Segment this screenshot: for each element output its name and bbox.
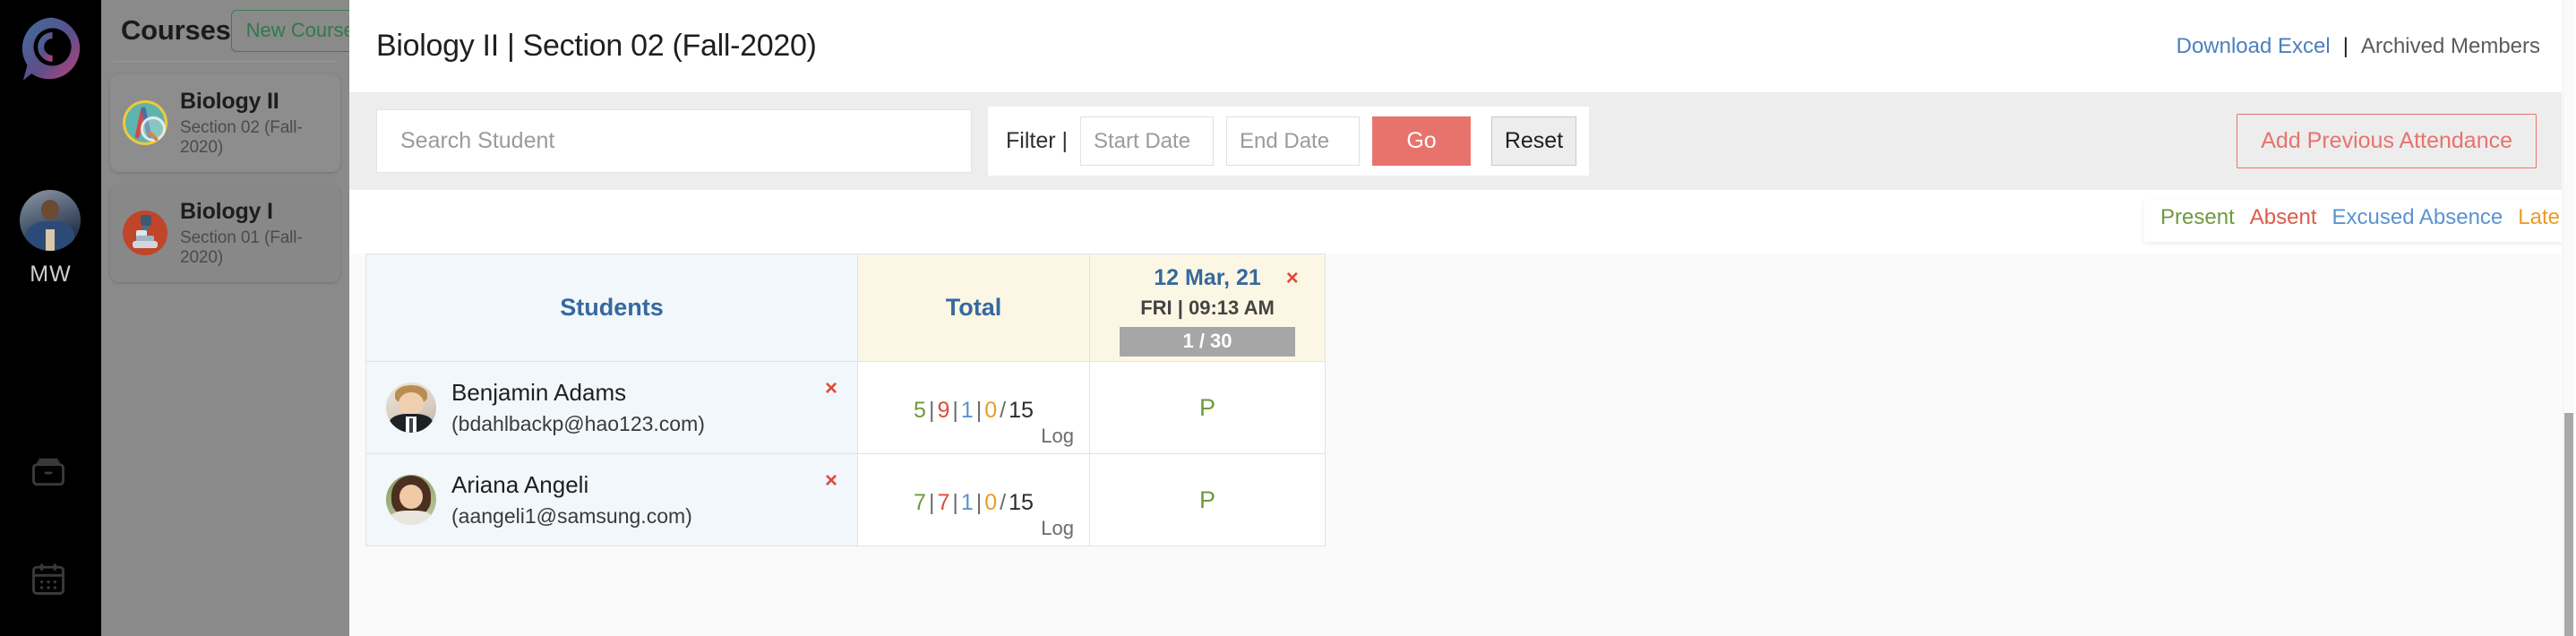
attendance-cell[interactable]: P xyxy=(1089,453,1326,546)
main-header: Biology II | Section 02 (Fall-2020) Down… xyxy=(349,0,2576,92)
start-date-input[interactable] xyxy=(1080,116,1214,166)
course-section: Section 01 (Fall-2020) xyxy=(180,228,303,267)
filter-group: Filter | Go Reset xyxy=(988,107,1589,176)
filter-toolbar: Filter | Go Reset Add Previous Attendanc… xyxy=(349,92,2576,190)
scrollbar-thumb[interactable] xyxy=(2564,413,2573,636)
courses-title: Courses xyxy=(121,14,231,46)
course-name: Biology I xyxy=(180,198,273,224)
attendance-table-area: Students Total 12 Mar, 21 × FRI | 09:13 … xyxy=(349,254,2576,636)
attendance-cell[interactable]: P xyxy=(1089,361,1326,454)
course-section: Section 02 (Fall-2020) xyxy=(180,117,303,157)
header-link-divider: | xyxy=(2342,33,2348,58)
filter-label: Filter | xyxy=(1006,128,1068,153)
attendance-app: MW Courses New Course Biology II Section… xyxy=(0,0,2576,636)
header-links: Download Excel | Archived Members xyxy=(2177,34,2540,59)
legend-row: Present Absent Excused Absence Late xyxy=(349,190,2576,254)
legend-present[interactable]: Present xyxy=(2160,205,2235,230)
attendance-table: Students Total 12 Mar, 21 × FRI | 09:13 … xyxy=(365,254,1326,546)
date-header-text: 12 Mar, 21 xyxy=(1154,265,1261,290)
search-input[interactable] xyxy=(377,110,971,172)
legend-excused-absence[interactable]: Excused Absence xyxy=(2331,205,2503,230)
dna-magnifier-icon xyxy=(123,100,167,146)
legend-late[interactable]: Late xyxy=(2518,205,2560,230)
total-absent: 9 xyxy=(937,397,950,423)
total-present: 5 xyxy=(914,397,926,423)
column-header-students: Students xyxy=(365,254,858,362)
column-header-date: 12 Mar, 21 × FRI | 09:13 AM 1 / 30 xyxy=(1089,254,1326,362)
courses-panel: Courses New Course Biology II Section 02… xyxy=(101,0,393,636)
reset-button[interactable]: Reset xyxy=(1491,116,1576,166)
vertical-scrollbar[interactable] xyxy=(2562,0,2576,636)
student-cell: Benjamin Adams (bdahlbackp@hao123.com) × xyxy=(365,361,858,454)
legend-absent[interactable]: Absent xyxy=(2250,205,2317,230)
student-email: (aangeli1@samsung.com) xyxy=(451,503,692,528)
end-date-input[interactable] xyxy=(1226,116,1360,166)
bag-icon[interactable] xyxy=(29,451,68,491)
student-email: (bdahlbackp@hao123.com) xyxy=(451,411,705,435)
total-absent: 7 xyxy=(937,489,950,515)
student-name: Benjamin Adams xyxy=(451,379,627,407)
table-header-row: Students Total 12 Mar, 21 × FRI | 09:13 … xyxy=(365,254,1326,362)
courses-header: Courses New Course xyxy=(101,0,393,61)
date-header-label: 12 Mar, 21 × xyxy=(1154,265,1299,291)
total-late: 0 xyxy=(984,489,998,515)
remove-date-column-icon[interactable]: × xyxy=(1286,266,1299,291)
go-button[interactable]: Go xyxy=(1372,116,1471,166)
archived-members-link[interactable]: Archived Members xyxy=(2361,34,2540,59)
table-row: Benjamin Adams (bdahlbackp@hao123.com) ×… xyxy=(365,361,1326,454)
student-avatar xyxy=(386,382,436,433)
student-avatar xyxy=(386,475,436,525)
total-late: 0 xyxy=(984,397,998,423)
total-sessions: 15 xyxy=(1009,489,1034,515)
total-cell: 5 | 9 | 1 | 0/15 Log xyxy=(857,361,1090,454)
logo-c-icon[interactable] xyxy=(16,13,86,83)
icon-rail: MW xyxy=(0,0,101,636)
total-present: 7 xyxy=(914,489,926,515)
attendance-legend: Present Absent Excused Absence Late xyxy=(2144,199,2576,242)
total-excused: 1 xyxy=(960,397,974,423)
user-initials: MW xyxy=(30,262,72,287)
total-cell: 7 | 7 | 1 | 0/15 Log xyxy=(857,453,1090,546)
column-header-total: Total xyxy=(857,254,1090,362)
course-card-biology-i[interactable]: Biology I Section 01 (Fall-2020) xyxy=(110,184,340,282)
course-card-biology-ii[interactable]: Biology II Section 02 (Fall-2020) xyxy=(110,74,340,172)
total-sessions: 15 xyxy=(1009,397,1034,423)
new-course-label: New Course xyxy=(245,18,355,41)
search-student-wrapper xyxy=(376,109,972,173)
page-title: Biology II | Section 02 (Fall-2020) xyxy=(376,29,817,63)
date-header-time: FRI | 09:13 AM xyxy=(1140,297,1275,319)
date-header-count-badge: 1 / 30 xyxy=(1120,327,1295,357)
avatar-shirt xyxy=(45,228,56,251)
student-name: Ariana Angeli xyxy=(451,471,589,499)
table-row: Ariana Angeli (aangeli1@samsung.com) × 7… xyxy=(365,453,1326,546)
course-name: Biology II xyxy=(180,89,279,114)
calendar-icon[interactable] xyxy=(29,559,68,598)
download-excel-link[interactable]: Download Excel xyxy=(2177,34,2331,59)
total-excused: 1 xyxy=(960,489,974,515)
remove-student-icon[interactable]: × xyxy=(825,468,837,494)
log-link[interactable]: Log xyxy=(1041,517,1074,540)
user-avatar[interactable] xyxy=(20,190,81,251)
log-link[interactable]: Log xyxy=(1041,425,1074,448)
add-previous-attendance-button[interactable]: Add Previous Attendance xyxy=(2237,114,2537,168)
avatar-head xyxy=(40,199,60,219)
main-content: Biology II | Section 02 (Fall-2020) Down… xyxy=(349,0,2576,636)
courses-divider xyxy=(114,61,337,62)
microscope-icon xyxy=(123,211,167,256)
remove-student-icon[interactable]: × xyxy=(825,376,837,401)
student-cell: Ariana Angeli (aangeli1@samsung.com) × xyxy=(365,453,858,546)
